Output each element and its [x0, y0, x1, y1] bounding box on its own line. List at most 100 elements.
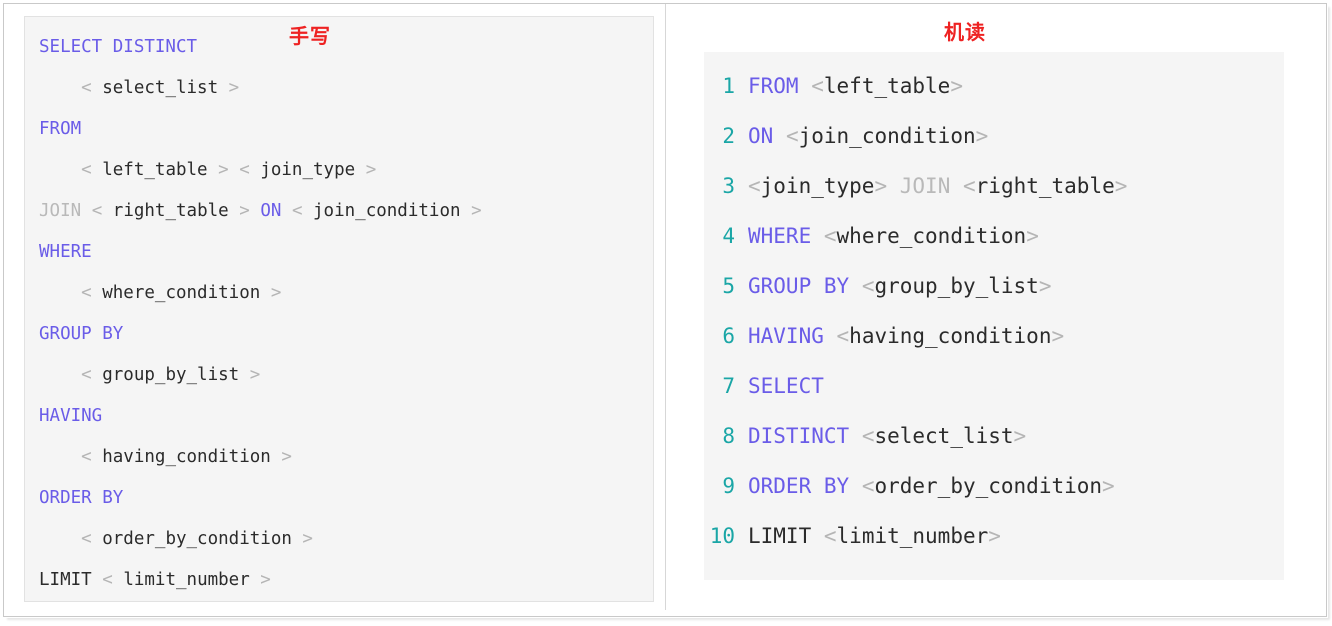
line-number: 1 [722, 74, 735, 98]
code-token: < [102, 570, 113, 590]
code-token: > [1026, 224, 1039, 248]
code-token: join_condition [302, 201, 472, 221]
code-token: GROUP BY [748, 274, 850, 298]
code-token: > [260, 570, 271, 590]
line-number: 8 [722, 424, 735, 448]
line-number: 9 [722, 474, 735, 498]
handwritten-code-line: < left_table > < join_type > [25, 150, 653, 191]
handwritten-code-line: GROUP BY [25, 314, 653, 355]
machine-read-code-line: 8 DISTINCT <select_list> [704, 411, 1284, 461]
code-token: < [291, 201, 303, 221]
code-token: < [81, 447, 92, 467]
code-token: right_table [102, 201, 240, 221]
handwritten-code-line: FROM [25, 109, 653, 150]
code-token: order_by_condition [874, 474, 1103, 498]
line-number: 4 [722, 224, 735, 248]
handwritten-annotation-label: 手写 [289, 24, 331, 48]
handwritten-code-line: WHERE [25, 232, 653, 273]
code-token: right_table [975, 174, 1115, 198]
code-token: ON [260, 201, 282, 221]
handwritten-code-line: LIMIT < limit_number > [25, 560, 653, 601]
code-token: group_by_list [874, 274, 1039, 298]
code-token: join_type [249, 160, 366, 180]
code-token: order_by_condition [91, 529, 303, 549]
line-number: 2 [722, 124, 735, 148]
line-content: FROM <left_table> [748, 61, 963, 111]
code-token: < [81, 160, 92, 180]
code-token: < [861, 274, 875, 298]
code-token: JOIN [899, 174, 951, 198]
code-token: < [91, 201, 103, 221]
line-content: WHERE <where_condition> [748, 211, 1039, 261]
code-token: select_list [874, 424, 1014, 448]
machine-read-sql-panel: 机读 1 FROM <left_table> 2 ON <join_condition… [666, 4, 1320, 610]
code-token: > [218, 160, 229, 180]
machine-read-annotation-label: 机读 [944, 20, 986, 44]
handwritten-sql-code-block: SELECT DISTINCT < select_list > FROM < le… [24, 16, 654, 602]
code-token: < [963, 174, 976, 198]
line-number: 7 [722, 374, 735, 398]
line-content: <join_type> JOIN <right_table> [748, 161, 1127, 211]
line-number: 5 [722, 274, 735, 298]
code-token: LIMIT [748, 524, 812, 548]
machine-read-code-line: 6 HAVING <having_condition> [704, 311, 1284, 361]
code-token: < [748, 174, 761, 198]
code-token: left_table [823, 74, 951, 98]
handwritten-sql-panel: 手写 SELECT DISTINCT < select_list > FROM <… [4, 4, 666, 610]
code-token: < [836, 324, 850, 348]
code-token: < [811, 74, 824, 98]
code-token: > [1051, 324, 1065, 348]
code-token: > [874, 174, 888, 198]
comparison-columns: 手写 SELECT DISTINCT < select_list > FROM <… [4, 4, 1320, 610]
code-token: WHERE [39, 242, 92, 262]
machine-read-sql-code-block: 1 FROM <left_table> 2 ON <join_condition> 3 <… [704, 52, 1284, 580]
handwritten-code-line: < order_by_condition > [25, 519, 653, 560]
code-token: WHERE [748, 224, 812, 248]
code-token: > [975, 124, 989, 148]
machine-read-code-line: 9 ORDER BY <order_by_condition> [704, 461, 1284, 511]
code-token: > [1013, 424, 1027, 448]
code-token: select_list [91, 78, 229, 98]
handwritten-code-line: < where_condition > [25, 273, 653, 314]
machine-read-code-line: 7 SELECT [704, 361, 1284, 411]
code-token: HAVING [39, 406, 103, 426]
code-token: < [823, 224, 837, 248]
machine-read-code-line: 1 FROM <left_table> [704, 61, 1284, 111]
machine-read-code-line: 3 <join_type> JOIN <right_table> [704, 161, 1284, 211]
code-token: > [471, 201, 482, 221]
code-token: join_condition [798, 124, 976, 148]
code-token: having_condition [849, 324, 1052, 348]
line-number: 6 [722, 324, 735, 348]
code-token: having_condition [91, 447, 282, 467]
handwritten-code-line: HAVING [25, 396, 653, 437]
code-token: join_type [760, 174, 875, 198]
handwritten-code-line: JOIN < right_table > ON < join_condition… [25, 191, 653, 232]
code-token: < [861, 474, 875, 498]
handwritten-code-line: < having_condition > [25, 437, 653, 478]
line-content: SELECT [748, 361, 824, 411]
code-token: GROUP BY [39, 324, 124, 344]
code-token: < [81, 529, 92, 549]
code-token: HAVING [748, 324, 824, 348]
code-token: ORDER BY [39, 488, 124, 508]
code-token: where_condition [91, 283, 271, 303]
code-token: > [249, 365, 261, 385]
